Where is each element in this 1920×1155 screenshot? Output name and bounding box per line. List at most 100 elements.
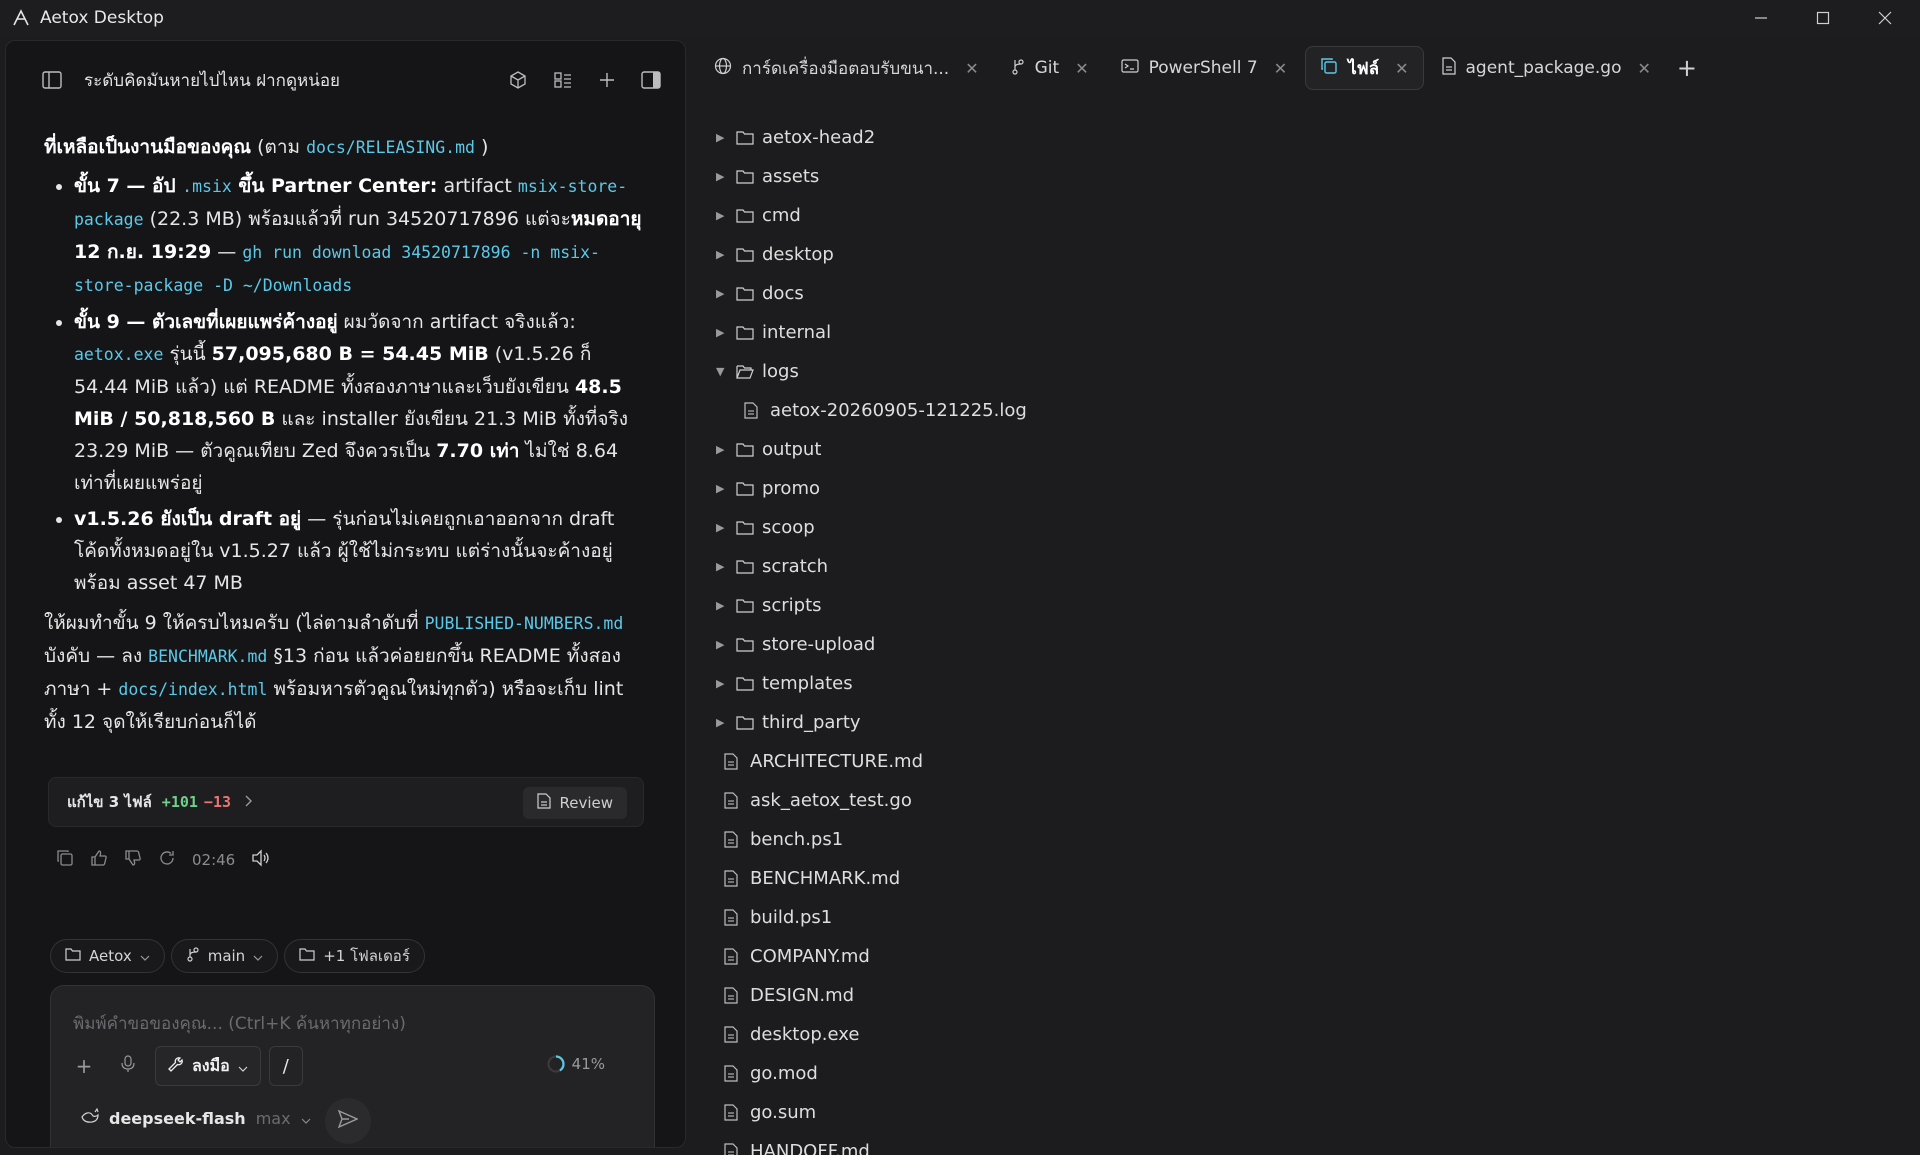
folder-icon xyxy=(736,676,762,691)
tree-file[interactable]: build.ps1 xyxy=(716,898,1896,937)
caret-right-icon[interactable]: ▶ xyxy=(716,482,736,495)
tree-folder[interactable]: ▶ output xyxy=(716,430,1896,469)
thumbs-up-icon[interactable] xyxy=(90,849,108,871)
model-selector[interactable]: deepseek-flash max xyxy=(81,1107,311,1128)
thumbs-down-icon[interactable] xyxy=(124,849,142,871)
tree-folder[interactable]: ▶ aetox-head2 xyxy=(716,118,1896,157)
terminal-icon xyxy=(1120,58,1139,79)
maximize-button[interactable] xyxy=(1792,0,1854,36)
tree-folder[interactable]: ▶ internal xyxy=(716,313,1896,352)
intro-bold: ที่เหลือเป็นงานมือของคุณ xyxy=(44,136,252,158)
mode-selector[interactable]: ลงมือ xyxy=(155,1046,261,1086)
tree-file[interactable]: aetox-20260905-121225.log xyxy=(716,391,1896,430)
microphone-icon[interactable] xyxy=(121,1054,141,1078)
file-icon xyxy=(724,870,750,887)
tree-file[interactable]: ask_aetox_test.go xyxy=(716,781,1896,820)
caret-right-icon[interactable]: ▶ xyxy=(716,716,736,729)
tree-file[interactable]: COMPANY.md xyxy=(716,937,1896,976)
mode-label: ลงมือ xyxy=(192,1055,230,1075)
tree-file[interactable]: go.mod xyxy=(716,1054,1896,1093)
tree-folder[interactable]: ▶ store-upload xyxy=(716,625,1896,664)
tab-powershell[interactable]: PowerShell 7 ✕ xyxy=(1107,46,1302,90)
tree-file[interactable]: ARCHITECTURE.md xyxy=(716,742,1896,781)
workspace-chip[interactable]: Aetox xyxy=(50,939,165,973)
close-window-button[interactable] xyxy=(1854,0,1916,36)
folder-icon xyxy=(736,715,762,730)
tree-folder[interactable]: ▶ templates xyxy=(716,664,1896,703)
tree-file[interactable]: desktop.exe xyxy=(716,1015,1896,1054)
caret-right-icon[interactable]: ▶ xyxy=(716,677,736,690)
folder-icon xyxy=(736,286,762,301)
caret-right-icon[interactable]: ▶ xyxy=(716,131,736,144)
folder-icon xyxy=(736,325,762,340)
caret-right-icon[interactable]: ▶ xyxy=(716,443,736,456)
tree-item-label: ARCHITECTURE.md xyxy=(750,751,924,772)
folder-open-icon xyxy=(736,364,762,379)
sidebar-toggle-icon[interactable] xyxy=(40,68,64,92)
caret-right-icon[interactable]: ▶ xyxy=(716,248,736,261)
code-span: .msix xyxy=(182,177,232,196)
retry-icon[interactable] xyxy=(158,849,176,871)
tab-files[interactable]: ไฟล์ ✕ xyxy=(1305,46,1424,90)
caret-right-icon[interactable]: ▶ xyxy=(716,521,736,534)
layout-icon[interactable] xyxy=(551,68,575,92)
chevron-right-icon[interactable] xyxy=(245,793,253,811)
new-chat-icon[interactable] xyxy=(595,68,619,92)
send-button[interactable] xyxy=(325,1098,371,1144)
review-label: Review xyxy=(559,794,613,812)
tree-file[interactable]: go.sum xyxy=(716,1093,1896,1132)
tab-tool-card[interactable]: การ์ดเครื่องมือตอบรับขนา... ✕ xyxy=(700,46,993,90)
message-intro: ที่เหลือเป็นงานมือของคุณ (ตาม docs/RELEA… xyxy=(44,131,644,164)
tree-folder[interactable]: ▶ promo xyxy=(716,469,1896,508)
caret-right-icon[interactable]: ▶ xyxy=(716,209,736,222)
caret-right-icon[interactable]: ▶ xyxy=(716,599,736,612)
tree-folder[interactable]: ▶ assets xyxy=(716,157,1896,196)
speaker-icon[interactable] xyxy=(251,849,271,871)
caret-right-icon[interactable]: ▶ xyxy=(716,170,736,183)
edits-summary[interactable]: แก้ไข 3 ไฟล์ +101 −13 Review xyxy=(48,777,644,827)
tree-file[interactable]: HANDOFF.md xyxy=(716,1132,1896,1155)
code-span: BENCHMARK.md xyxy=(148,647,268,666)
tree-file[interactable]: DESIGN.md xyxy=(716,976,1896,1015)
bold-text: v1.5.26 ยังเป็น draft อยู่ xyxy=(74,508,302,530)
prompt-input[interactable]: พิมพ์คำขอของคุณ... (Ctrl+K ค้นหาทุกอย่าง… xyxy=(73,1010,406,1037)
folder-icon xyxy=(736,247,762,262)
close-tab-icon[interactable]: ✕ xyxy=(965,59,978,78)
package-icon[interactable] xyxy=(506,68,530,92)
new-tab-button[interactable]: + xyxy=(1669,50,1705,86)
minimize-button[interactable] xyxy=(1730,0,1792,36)
branch-chip[interactable]: main xyxy=(170,939,279,973)
tab-git[interactable]: Git ✕ xyxy=(997,46,1103,90)
add-folder-chip[interactable]: +1 โฟลเดอร์ xyxy=(284,939,425,973)
panel-toggle-icon[interactable] xyxy=(639,68,663,92)
tree-folder[interactable]: ▼ logs xyxy=(716,352,1896,391)
tree-folder[interactable]: ▶ scripts xyxy=(716,586,1896,625)
tree-folder[interactable]: ▶ scoop xyxy=(716,508,1896,547)
close-tab-icon[interactable]: ✕ xyxy=(1075,59,1088,78)
tree-folder[interactable]: ▶ scratch xyxy=(716,547,1896,586)
model-name: deepseek-flash xyxy=(109,1108,246,1128)
close-tab-icon[interactable]: ✕ xyxy=(1274,59,1287,78)
caret-right-icon[interactable]: ▶ xyxy=(716,560,736,573)
chevron-down-icon xyxy=(140,947,150,965)
folder-icon xyxy=(299,947,315,965)
caret-down-icon[interactable]: ▼ xyxy=(716,365,736,378)
caret-right-icon[interactable]: ▶ xyxy=(716,638,736,651)
caret-right-icon[interactable]: ▶ xyxy=(716,287,736,300)
tree-file[interactable]: bench.ps1 xyxy=(716,820,1896,859)
tree-file[interactable]: BENCHMARK.md xyxy=(716,859,1896,898)
tree-item-label: COMPANY.md xyxy=(750,946,870,967)
close-tab-icon[interactable]: ✕ xyxy=(1638,59,1651,78)
tab-agent-package[interactable]: agent_package.go ✕ xyxy=(1428,46,1665,90)
slash-command-button[interactable]: / xyxy=(268,1046,303,1086)
caret-right-icon[interactable]: ▶ xyxy=(716,326,736,339)
close-tab-icon[interactable]: ✕ xyxy=(1395,59,1408,78)
tree-folder[interactable]: ▶ third_party xyxy=(716,703,1896,742)
tree-folder[interactable]: ▶ docs xyxy=(716,274,1896,313)
wrench-icon xyxy=(168,1056,184,1076)
copy-icon[interactable] xyxy=(56,849,74,871)
attach-icon[interactable]: + xyxy=(73,1054,95,1078)
review-button[interactable]: Review xyxy=(523,787,627,819)
tree-folder[interactable]: ▶ cmd xyxy=(716,196,1896,235)
tree-folder[interactable]: ▶ desktop xyxy=(716,235,1896,274)
